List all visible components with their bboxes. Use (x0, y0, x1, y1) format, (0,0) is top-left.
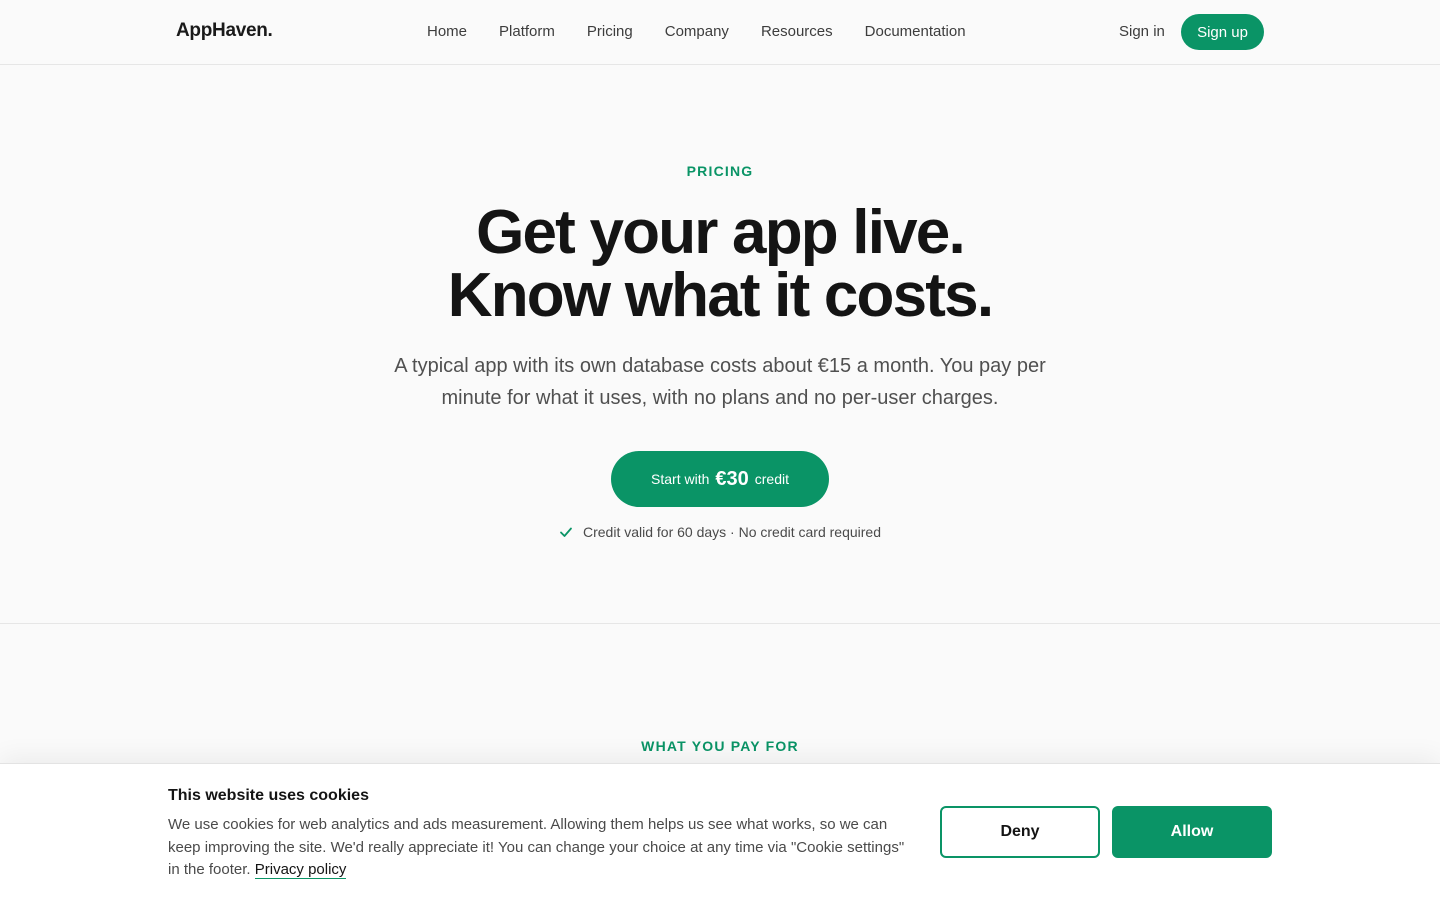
credit-note: Credit valid for 60 days · No credit car… (0, 524, 1440, 540)
cta-suffix: credit (754, 471, 789, 487)
cta-prefix: Start with (651, 471, 710, 487)
check-icon (560, 527, 572, 537)
nav-home[interactable]: Home (427, 23, 467, 41)
hero-subtext: A typical app with its own database cost… (394, 355, 1046, 409)
start-credit-button[interactable]: Start with €30 credit (611, 451, 829, 507)
cookie-title: This website uses cookies (168, 787, 369, 804)
headline-line-1: Get your app live. (476, 198, 966, 267)
site-header: AppHaven. Home Platform Pricing Company … (0, 0, 1440, 65)
section-eyebrow: WHAT YOU PAY FOR (641, 738, 799, 754)
nav-company[interactable]: Company (665, 23, 729, 41)
cookie-text: We use cookies for web analytics and ads… (168, 814, 918, 882)
nav-platform[interactable]: Platform (499, 23, 555, 41)
deny-button[interactable]: Deny (940, 806, 1100, 858)
allow-button[interactable]: Allow (1112, 806, 1272, 858)
cta-amount: €30 (715, 467, 749, 490)
sign-in-link[interactable]: Sign in (1119, 23, 1165, 40)
credit-note-text: Credit valid for 60 days · No credit car… (582, 524, 882, 540)
hero-eyebrow: PRICING (686, 163, 754, 179)
hero-headline: Get your app live. Know what it costs. (0, 201, 1440, 327)
privacy-policy-link[interactable]: Privacy policy (254, 861, 347, 879)
sign-up-button[interactable]: Sign up (1181, 14, 1264, 50)
nav-documentation[interactable]: Documentation (865, 23, 966, 41)
main-nav: Home Platform Pricing Company Resources … (427, 23, 966, 41)
hero-section: PRICING Get your app live. Know what it … (0, 65, 1440, 624)
nav-pricing[interactable]: Pricing (587, 23, 633, 41)
nav-resources[interactable]: Resources (761, 23, 833, 41)
cookie-banner: This website uses cookies We use cookies… (0, 763, 1440, 900)
logo[interactable]: AppHaven. (176, 20, 273, 42)
headline-line-2: Know what it costs. (447, 261, 994, 330)
